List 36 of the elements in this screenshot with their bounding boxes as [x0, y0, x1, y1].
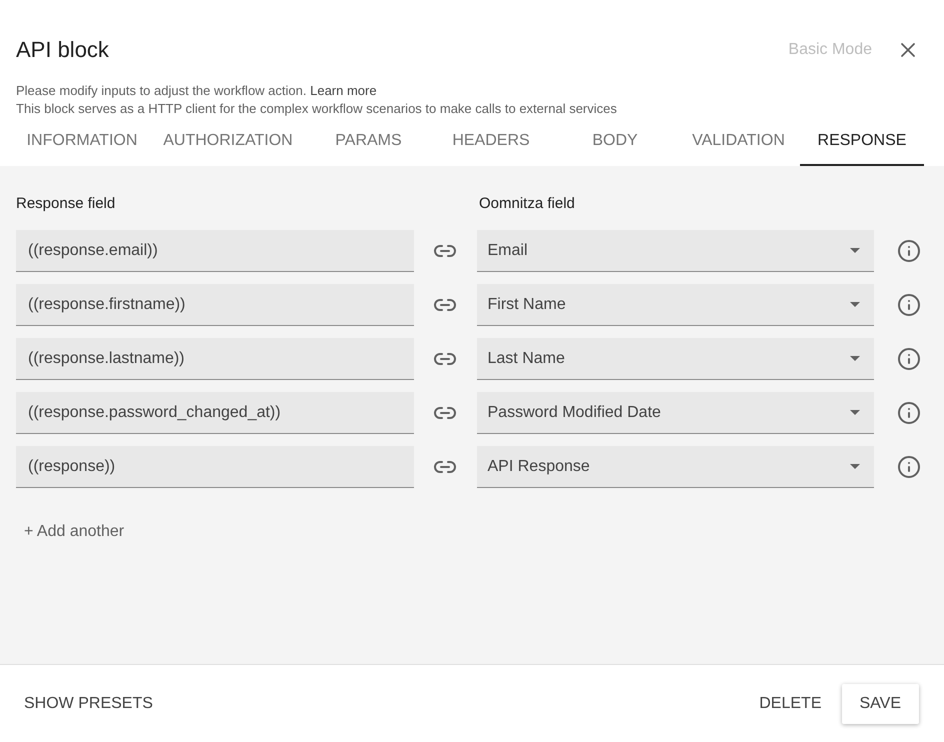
- dialog-title: API block: [16, 39, 109, 61]
- dropdown-caret-icon: [850, 302, 860, 307]
- tab[interactable]: HEADERS: [429, 118, 553, 166]
- description-text: This block serves as a HTTP client for the complex workflow scenarios to make calls to external services: [16, 100, 618, 118]
- info-icon[interactable]: [897, 401, 922, 425]
- column-header: Oomnitza field: [479, 194, 575, 214]
- tab[interactable]: AUTHORIZATION: [148, 118, 308, 166]
- oomnitza-field-select[interactable]: First Name: [476, 284, 874, 326]
- info-icon[interactable]: [897, 293, 922, 317]
- response-field-input[interactable]: ((response.password_changed_at)): [16, 392, 414, 434]
- info-icon[interactable]: [897, 239, 922, 263]
- tab[interactable]: BODY: [553, 118, 677, 166]
- oomnitza-field-select[interactable]: Password Modified Date: [476, 392, 874, 434]
- response-field-input[interactable]: ((response.firstname)): [16, 284, 414, 326]
- delete-button[interactable]: DELETE: [759, 692, 822, 716]
- oomnitza-field-select[interactable]: Last Name: [476, 338, 874, 380]
- tab[interactable]: VALIDATION: [677, 118, 800, 166]
- show-presets-button[interactable]: SHOW PRESETS: [24, 692, 153, 716]
- column-header: Response field: [16, 194, 116, 214]
- save-button[interactable]: SAVE: [842, 684, 919, 724]
- info-icon[interactable]: [897, 347, 922, 371]
- learn-more-link[interactable]: Learn more: [310, 83, 377, 98]
- add-another-button[interactable]: + Add another: [24, 520, 124, 544]
- tab[interactable]: INFORMATION: [16, 118, 148, 166]
- response-field-input[interactable]: ((response.email)): [16, 230, 414, 272]
- info-icon[interactable]: [897, 455, 922, 479]
- dropdown-caret-icon: [850, 248, 860, 253]
- tab[interactable]: PARAMS: [308, 118, 429, 166]
- dropdown-caret-icon: [850, 356, 860, 361]
- description-text: Please modify inputs to adjust the workflow action. Learn more: [16, 82, 378, 100]
- response-field-input[interactable]: ((response)): [16, 446, 414, 488]
- oomnitza-field-select[interactable]: Email: [476, 230, 874, 272]
- dropdown-caret-icon: [850, 410, 860, 415]
- oomnitza-field-select[interactable]: API Response: [476, 446, 874, 488]
- response-field-input[interactable]: ((response.lastname)): [16, 338, 414, 380]
- dropdown-caret-icon: [850, 464, 860, 469]
